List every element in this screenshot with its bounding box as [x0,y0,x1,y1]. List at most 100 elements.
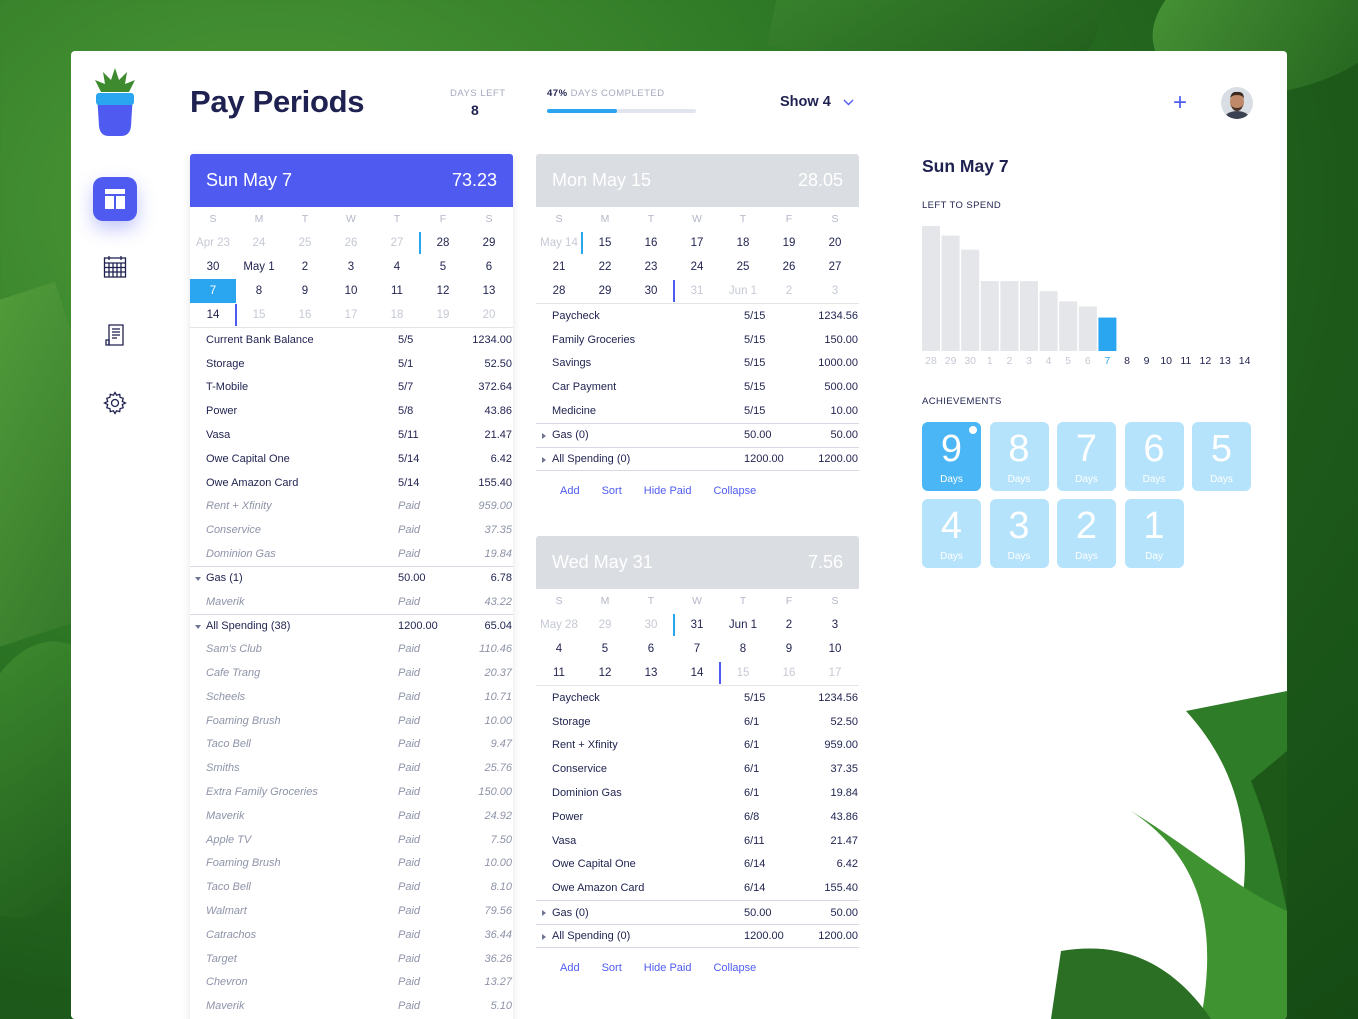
calendar-day[interactable]: 30 [628,613,674,637]
category-group-row[interactable]: All Spending (0) 1200.00 1200.00 [536,446,859,471]
calendar-day[interactable]: 16 [282,303,328,327]
calendar-day[interactable]: 16 [766,661,812,685]
transaction-row[interactable]: Taco Bell Paid 8.10 [190,875,513,899]
calendar-day[interactable]: 24 [674,255,720,279]
calendar-day[interactable]: 5 [420,255,466,279]
transaction-row[interactable]: Storage 5/1 52.50 [190,352,513,376]
calendar-day[interactable]: 15 [719,661,766,685]
calendar-day[interactable]: 17 [674,231,720,255]
add-button[interactable]: + [1170,91,1190,115]
transaction-row[interactable]: Medicine 5/15 10.00 [536,399,859,423]
calendar-day[interactable]: 8 [720,637,766,661]
pay-period-header[interactable]: Sun May 7 73.23 [190,154,513,207]
transaction-row[interactable]: Vasa 6/11 21.47 [536,829,859,853]
calendar-day[interactable]: 20 [466,303,512,327]
calendar-day[interactable]: 14 [674,661,720,685]
calendar-day[interactable]: 2 [282,255,328,279]
calendar-day[interactable]: 3 [812,613,858,637]
transaction-row[interactable]: Rent + Xfinity 6/1 959.00 [536,734,859,758]
category-group-row[interactable]: All Spending (38) 1200.00 65.04 [190,613,513,638]
achievement-badge[interactable]: 2 Days [1057,499,1116,568]
calendar-day[interactable]: 26 [766,255,812,279]
chart-bar[interactable] [1000,281,1019,351]
transaction-row[interactable]: Storage 6/1 52.50 [536,710,859,734]
calendar-day[interactable]: 14 [190,303,236,327]
calendar-day[interactable]: 17 [328,303,374,327]
transaction-row[interactable]: Cafe Trang Paid 20.37 [190,661,513,685]
nav-bills[interactable] [93,313,137,357]
calendar-day[interactable]: 12 [420,279,466,303]
calendar-day[interactable]: May 1 [236,255,282,279]
transaction-row[interactable]: Savings 5/15 1000.00 [536,352,859,376]
achievement-badge[interactable]: 7 Days [1057,422,1116,491]
calendar-day[interactable]: 26 [328,231,374,255]
achievement-badge[interactable]: 1 Day [1124,499,1184,568]
calendar-day[interactable]: 3 [812,279,858,303]
calendar-day[interactable]: 19 [766,231,812,255]
chart-bar[interactable] [1078,306,1097,351]
calendar-day[interactable]: 30 [628,279,674,303]
calendar-day[interactable]: 20 [812,231,858,255]
category-group-row[interactable]: All Spending (0) 1200.00 1200.00 [536,923,859,948]
chart-bar[interactable] [1020,281,1038,351]
calendar-day[interactable]: 17 [812,661,858,685]
transaction-row[interactable]: Car Payment 5/15 500.00 [536,375,859,399]
avatar[interactable] [1221,87,1253,119]
calendar-day[interactable]: 23 [628,255,674,279]
calendar-day[interactable]: 31 [673,613,720,637]
transaction-row[interactable]: Current Bank Balance 5/5 1234.00 [190,328,513,352]
chart-bar[interactable] [941,235,960,351]
show-select[interactable]: Show 4 [780,94,854,110]
transaction-row[interactable]: Apple TV Paid 7.50 [190,828,513,852]
transaction-row[interactable]: Dominion Gas Paid 19.84 [190,542,513,566]
transaction-row[interactable]: Walmart Paid 79.56 [190,899,513,923]
calendar-day[interactable]: 2 [766,613,812,637]
transaction-row[interactable]: Vasa 5/11 21.47 [190,423,513,447]
calendar-day[interactable]: 6 [466,255,512,279]
calendar-day[interactable]: 10 [812,637,858,661]
achievement-badge[interactable]: 4 Days [922,499,981,568]
calendar-day[interactable]: 6 [628,637,674,661]
transaction-row[interactable]: Power 6/8 43.86 [536,805,859,829]
calendar-day[interactable]: 25 [282,231,328,255]
transaction-row[interactable]: Family Groceries 5/15 150.00 [536,328,859,352]
transaction-row[interactable]: Taco Bell Paid 9.47 [190,733,513,757]
plant-logo-icon[interactable] [93,66,137,138]
transaction-row[interactable]: Dominion Gas 6/1 19.84 [536,781,859,805]
calendar-day[interactable]: 18 [374,303,420,327]
chart-bar[interactable] [980,281,999,351]
calendar-day[interactable]: 10 [328,279,374,303]
calendar-day[interactable]: 30 [190,255,236,279]
calendar-day[interactable]: 5 [582,637,628,661]
calendar-day[interactable]: 24 [236,231,282,255]
calendar-day[interactable]: 22 [582,255,628,279]
calendar-day[interactable]: 25 [720,255,766,279]
transaction-row[interactable]: Foaming Brush Paid 10.00 [190,709,513,733]
calendar-day[interactable]: 11 [536,661,582,685]
calendar-day[interactable]: 11 [374,279,420,303]
hide-paid-link[interactable]: Hide Paid [644,485,692,497]
transaction-row[interactable]: Owe Amazon Card 6/14 155.40 [536,876,859,900]
achievement-badge[interactable]: 3 Days [989,499,1049,568]
transaction-row[interactable]: Owe Capital One 5/14 6.42 [190,447,513,471]
sort-link[interactable]: Sort [602,962,622,974]
chart-bar[interactable] [1059,301,1078,351]
calendar-day[interactable]: 9 [766,637,812,661]
achievement-badge[interactable]: 6 Days [1124,422,1184,491]
transaction-row[interactable]: Maverik Paid 24.92 [190,804,513,828]
calendar-day[interactable]: 12 [582,661,628,685]
calendar-day[interactable]: 19 [420,303,466,327]
achievement-badge[interactable]: 9 Days [922,422,981,491]
calendar-day[interactable]: 3 [328,255,374,279]
calendar-day[interactable]: Apr 23 [190,231,236,255]
chart-bar[interactable] [922,226,940,351]
transaction-row[interactable]: Maverik Paid 5.10 [190,994,513,1018]
nav-settings[interactable] [93,381,137,425]
calendar-day[interactable]: Jun 1 [720,279,766,303]
add-link[interactable]: Add [560,485,580,497]
chart-bar[interactable] [961,249,980,351]
transaction-row[interactable]: Sam's Club Paid 110.46 [190,637,513,661]
calendar-day[interactable]: 27 [374,231,420,255]
transaction-row[interactable]: Conservice 6/1 37.35 [536,757,859,781]
collapse-link[interactable]: Collapse [713,485,756,497]
